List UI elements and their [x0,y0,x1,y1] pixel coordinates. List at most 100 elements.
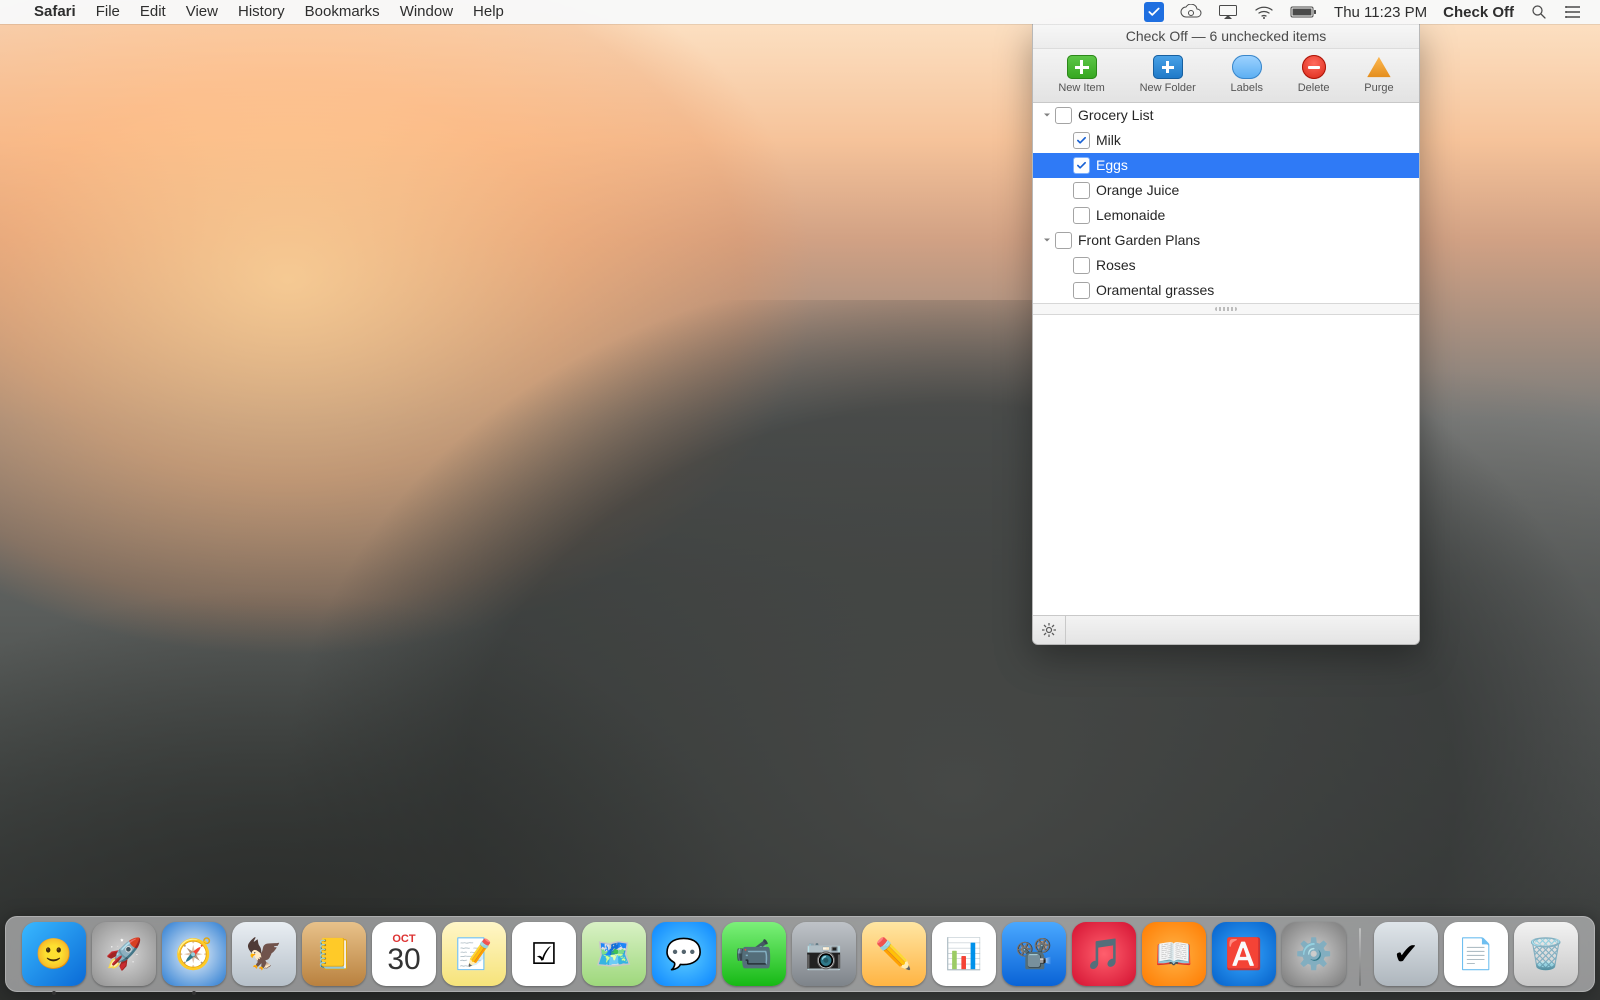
dock-numbers[interactable]: 📊 [932,922,996,986]
menubar-extra-app[interactable]: Check Off [1435,0,1522,24]
delete-label: Delete [1298,82,1330,94]
menu-history[interactable]: History [228,0,295,24]
dock-trash[interactable]: 🗑️ [1514,922,1578,986]
mail-icon: 🦅 [245,937,282,972]
item-checkbox[interactable] [1073,207,1090,224]
photobooth-icon: 📷 [805,937,842,972]
dock-messages[interactable]: 💬 [652,922,716,986]
dock-keynote[interactable]: 📽️ [1002,922,1066,986]
dock: 🙂 🚀 🧭 🦅 📒 OCT30📝 ☑︎ 🗺️💬📹 📷 ✏️ 📊 📽️ 🎵 📖 🅰️ ⚙️ ✔︎ 📄 🗑️ [5,916,1595,992]
menu-bar: Safari File Edit View History Bookmarks … [0,0,1600,24]
checkoff-app-icon: ✔︎ [1393,937,1418,972]
folder-checkbox[interactable] [1055,107,1072,124]
menu-view[interactable]: View [176,0,228,24]
dock-calendar[interactable]: OCT30 [372,922,436,986]
dock-divider [1359,928,1361,986]
folder-checkbox[interactable] [1055,232,1072,249]
running-indicator [52,991,56,995]
airplay-icon[interactable] [1210,0,1246,24]
menu-bookmarks[interactable]: Bookmarks [295,0,390,24]
dock-pdf-doc[interactable]: 📄 [1444,922,1508,986]
folder-row[interactable]: Grocery List [1033,103,1419,128]
delete-button[interactable]: Delete [1298,55,1330,94]
dock-contacts[interactable]: 📒 [302,922,366,986]
labels-icon [1232,55,1262,79]
dock-facetime[interactable]: 📹 [722,922,786,986]
dock-photobooth[interactable]: 📷 [792,922,856,986]
item-checkbox[interactable] [1073,132,1090,149]
folder-label: Front Garden Plans [1078,232,1200,248]
safari-icon: 🧭 [175,937,212,972]
calendar-day: 30 [387,945,420,975]
dock-itunes[interactable]: 🎵 [1072,922,1136,986]
item-row[interactable]: Oramental grasses [1033,278,1419,303]
dock-safari[interactable]: 🧭 [162,922,226,986]
cloud-sync-icon[interactable] [1172,0,1210,24]
menu-file[interactable]: File [86,0,130,24]
checkoff-window: Check Off — 6 unchecked items New Item N… [1032,24,1420,645]
notification-center-icon[interactable] [1556,0,1590,24]
new-item-button[interactable]: New Item [1058,55,1104,94]
new-folder-button[interactable]: New Folder [1140,55,1196,94]
item-checkbox[interactable] [1073,182,1090,199]
menu-window[interactable]: Window [390,0,463,24]
item-row[interactable]: Lemonaide [1033,203,1419,228]
settings-button[interactable] [1033,616,1066,644]
item-label: Milk [1096,132,1121,148]
dock-finder[interactable]: 🙂 [22,922,86,986]
menu-edit[interactable]: Edit [130,0,176,24]
delete-icon [1302,55,1326,79]
note-pane[interactable] [1033,315,1419,615]
item-checkbox[interactable] [1073,257,1090,274]
disclosure-triangle-icon[interactable] [1041,234,1053,246]
item-row[interactable]: Milk [1033,128,1419,153]
dock-maps[interactable]: 🗺️ [582,922,646,986]
dock-ibooks[interactable]: 📖 [1142,922,1206,986]
appstore-icon: 🅰️ [1225,937,1262,972]
dock-pages[interactable]: ✏️ [862,922,926,986]
dock-launchpad[interactable]: 🚀 [92,922,156,986]
system-preferences-icon: ⚙️ [1295,937,1332,972]
numbers-icon: 📊 [945,937,982,972]
battery-icon[interactable] [1282,0,1326,24]
item-row[interactable]: Orange Juice [1033,178,1419,203]
dock-notes[interactable]: 📝 [442,922,506,986]
active-app-name[interactable]: Safari [24,0,86,24]
pdf-doc-icon: 📄 [1457,937,1494,972]
dock-reminders[interactable]: ☑︎ [512,922,576,986]
purge-label: Purge [1364,82,1393,94]
labels-label: Labels [1231,82,1263,94]
dock-mail[interactable]: 🦅 [232,922,296,986]
gear-icon [1041,622,1057,638]
item-row[interactable]: Eggs [1033,153,1419,178]
folder-label: Grocery List [1078,107,1153,123]
quick-entry-input[interactable] [1066,616,1419,644]
folder-row[interactable]: Front Garden Plans [1033,228,1419,253]
contacts-icon: 📒 [315,937,352,972]
dock-appstore[interactable]: 🅰️ [1212,922,1276,986]
checkoff-tree[interactable]: Grocery List Milk Eggs Orange JuiceLemonaid… [1033,103,1419,303]
itunes-icon: 🎵 [1085,937,1122,972]
spotlight-icon[interactable] [1522,0,1556,24]
item-label: Roses [1096,257,1136,273]
pages-icon: ✏️ [875,937,912,972]
disclosure-triangle-icon[interactable] [1041,109,1053,121]
item-checkbox[interactable] [1073,157,1090,174]
labels-button[interactable]: Labels [1231,55,1263,94]
purge-button[interactable]: Purge [1364,55,1393,94]
checkoff-title: Check Off — 6 unchecked items [1033,24,1419,49]
checkoff-footer [1033,615,1419,644]
finder-icon: 🙂 [35,937,72,972]
item-checkbox[interactable] [1073,282,1090,299]
dock-system-preferences[interactable]: ⚙️ [1282,922,1346,986]
menu-help[interactable]: Help [463,0,514,24]
item-row[interactable]: Roses [1033,253,1419,278]
reminders-icon: ☑︎ [531,937,558,972]
item-label: Oramental grasses [1096,282,1214,298]
dock-checkoff-app[interactable]: ✔︎ [1374,922,1438,986]
note-pane-splitter[interactable] [1033,303,1419,315]
checkoff-menubar-icon[interactable] [1136,0,1172,24]
menubar-clock[interactable]: Thu 11:23 PM [1326,0,1435,24]
item-label: Eggs [1096,157,1128,173]
wifi-icon[interactable] [1246,0,1282,24]
